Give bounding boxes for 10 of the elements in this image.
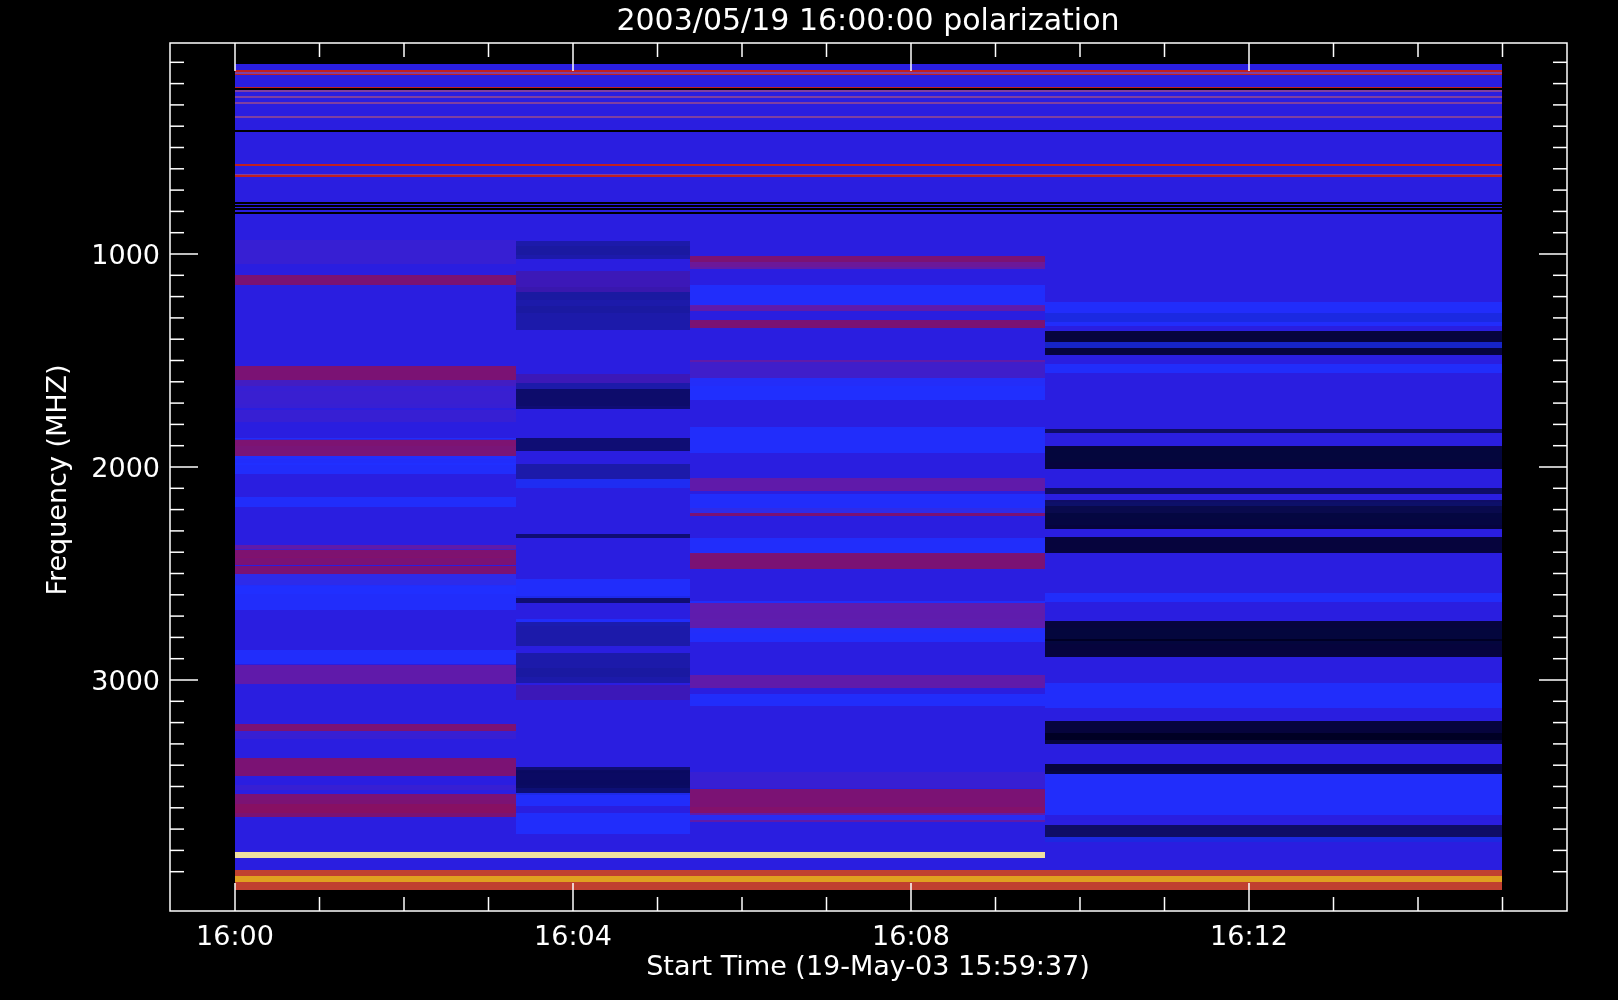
x-tick-label: 16:04 <box>534 920 612 951</box>
x-axis-title: Start Time (19-May-03 15:59:37) <box>646 950 1090 981</box>
chart-title: 2003/05/19 16:00:00 polarization <box>616 2 1120 37</box>
x-tick-label: 16:12 <box>1210 920 1288 951</box>
x-tick-label: 16:08 <box>872 920 950 951</box>
y-axis-title: Frequency (MHZ) <box>41 364 72 596</box>
x-tick-label: 16:00 <box>196 920 274 951</box>
y-tick-label: 1000 <box>91 239 160 270</box>
y-tick-label: 2000 <box>91 452 160 483</box>
y-tick-label: 3000 <box>91 665 160 696</box>
